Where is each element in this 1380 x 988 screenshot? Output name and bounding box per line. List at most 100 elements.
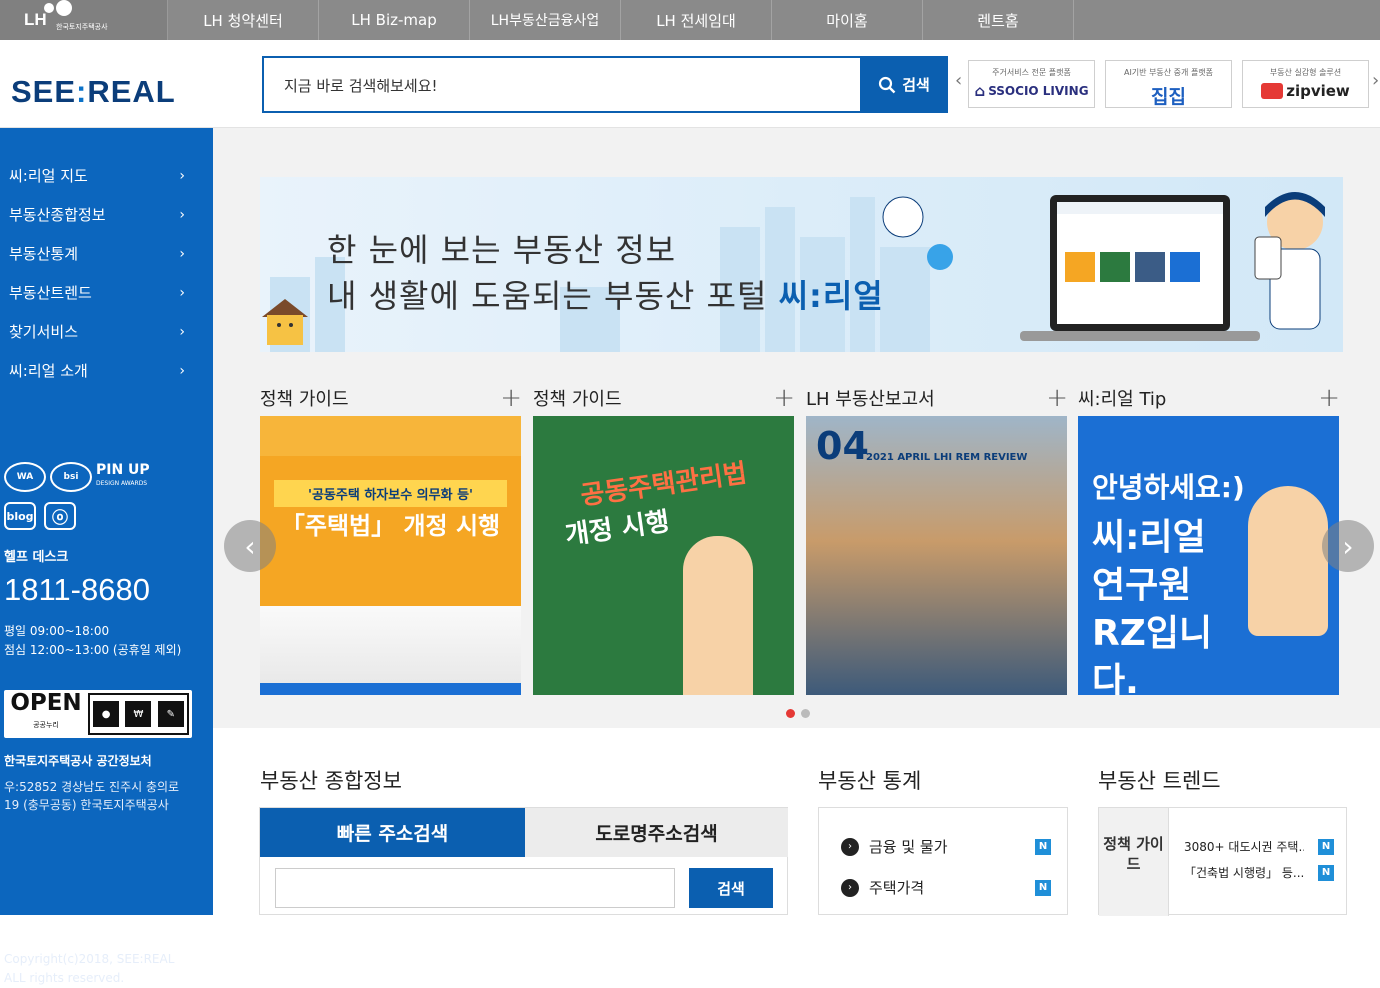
instagram-icon[interactable]: ⓞ (44, 502, 76, 530)
card-top-strip (260, 416, 521, 456)
license-icons: ● ₩ ✎ (88, 693, 189, 735)
topbar-filler (1074, 0, 1380, 40)
partner-zipzip[interactable]: AI기반 부동산 중개 플랫폼 집집 (1105, 60, 1232, 108)
tab-road-address[interactable]: 도로명주소검색 (525, 808, 788, 857)
partner-ssocio[interactable]: 주거서비스 전문 플랫폼 ⌂ SSOCIO LIVING (968, 60, 1095, 108)
hours-lunch: 점심 12:00~13:00 (공휴일 제외) (4, 643, 182, 657)
address-search-input[interactable] (275, 868, 675, 908)
card-header: 정책 가이드 + (260, 383, 522, 413)
stats-label: 금융 및 물가 (869, 838, 948, 856)
trend-category-label[interactable]: 정책 가이드 (1099, 808, 1169, 916)
chevron-right-icon: › (1342, 529, 1354, 563)
chevron-circle-icon: › (841, 837, 859, 856)
copyright: Copyright(c)2018, SEE:REAL ALL rights re… (4, 950, 174, 988)
lh-logo-mark: LH (24, 10, 47, 29)
new-badge: N (1035, 838, 1051, 855)
help-desk-title: 헬프 데스크 (4, 550, 69, 565)
lh-logo-dot-large (56, 0, 72, 16)
sidebar-item-stats[interactable]: 부동산통계 › (0, 234, 213, 273)
sidebar-item-label: 부동산종합정보 (9, 206, 106, 224)
sidebar-item-map[interactable]: 씨:리얼 지도 › (0, 156, 213, 195)
partner-next-arrow[interactable]: › (1372, 70, 1379, 91)
partner-prev-arrow[interactable]: ‹ (955, 70, 962, 91)
partner-name: zipview (1286, 82, 1350, 100)
banner-brand-accent: 씨:리얼 (778, 277, 884, 315)
lh-logo[interactable]: LH 한국토지주택공사 (0, 0, 168, 40)
search-button[interactable]: 검색 (860, 56, 948, 113)
topbar-link-cheongyak[interactable]: LH 청약센터 (168, 0, 319, 40)
help-hours: 평일 09:00~18:00 점심 12:00~13:00 (공휴일 제외) (4, 622, 181, 660)
open-mark: OPEN 공공누리 (7, 692, 85, 735)
plus-icon[interactable]: + (1046, 383, 1068, 413)
brand-right: REAL (87, 74, 176, 109)
search-input[interactable]: 지금 바로 검색해보세요! (262, 56, 862, 113)
card-apartment-act[interactable]: 공동주택관리법 개정 시행 (533, 416, 794, 695)
sidebar-item-trend[interactable]: 부동산트렌드 › (0, 273, 213, 312)
report-issue-number: 04 (816, 424, 869, 468)
stats-link-housing-price[interactable]: › 주택가격 N (841, 877, 1051, 898)
trend-item-title: 「건축법 시행령」 등... (1184, 866, 1304, 880)
card-header: 씨:리얼 Tip + (1078, 383, 1340, 413)
card-header: LH 부동산보고서 + (806, 383, 1068, 413)
partner-zipview[interactable]: 부동산 실감형 솔루션 zipview (1242, 60, 1369, 108)
topbar-link-myhome[interactable]: 마이홈 (772, 0, 923, 40)
chevron-right-icon: › (179, 206, 185, 223)
sidebar-menu: 씨:리얼 지도 › 부동산종합정보 › 부동산통계 › 부동산트렌드 › 찾기서비스 › … (0, 156, 213, 390)
tab-quick-address[interactable]: 빠른 주소검색 (260, 808, 525, 857)
card-lh-report[interactable]: 04 2021 APRIL LHI REM REVIEW (806, 416, 1067, 695)
pinup-label: PIN UP (96, 462, 150, 478)
slider-next-button[interactable]: › (1322, 520, 1374, 572)
sidebar-item-find[interactable]: 찾기서비스 › (0, 312, 213, 351)
trend-item[interactable]: 3080+ 대도시권 주택... N (1184, 838, 1334, 855)
pagination-dot[interactable] (801, 709, 810, 718)
card-housing-act[interactable]: '공동주택 하자보수 의무화 등' 「주택법」 개정 시행 (260, 416, 521, 695)
plus-icon[interactable]: + (1318, 383, 1340, 413)
zipview-logo-icon (1261, 83, 1284, 99)
brand-left: SEE (11, 74, 77, 109)
chevron-right-icon: › (179, 284, 185, 301)
laptop-illustration (1020, 195, 1260, 341)
partner-name: 집집 (1151, 86, 1186, 108)
card-seereal-tip[interactable]: 안녕하세요:) 씨:리얼 연구원 RZ입니다. (1078, 416, 1339, 695)
sidebar-item-about[interactable]: 씨:리얼 소개 › (0, 351, 213, 390)
certifications: WA bsi PIN UP DESIGN AWARDS (4, 462, 150, 492)
wa-cert-icon: WA (4, 462, 46, 492)
hero-banner[interactable]: 한 눈에 보는 부동산 정보 내 생활에 도움되는 부동산 포털 씨:리얼 (260, 177, 1343, 352)
topbar-link-finance[interactable]: LH부동산금융사업 (470, 0, 621, 40)
mascot-character (1254, 192, 1325, 330)
partner-name-wrap: zipview (1243, 82, 1368, 100)
slider-pagination (786, 709, 810, 718)
lh-logo-dot-small (44, 3, 54, 13)
card-label: 씨:리얼 Tip (1078, 389, 1167, 410)
hours-weekday: 평일 09:00~18:00 (4, 624, 110, 638)
sidebar-item-label: 부동산통계 (9, 245, 79, 263)
chevron-right-icon: › (179, 362, 185, 379)
sidebar-item-label: 씨:리얼 지도 (9, 167, 88, 185)
topbar-link-jeonse[interactable]: LH 전세임대 (621, 0, 772, 40)
trend-item[interactable]: 「건축법 시행령」 등... N (1184, 864, 1334, 881)
kogl-badge[interactable]: OPEN 공공누리 ● ₩ ✎ (4, 690, 192, 738)
topbar-link-bizmap[interactable]: LH Biz-map (319, 0, 470, 40)
address-search-button[interactable]: 검색 (689, 868, 773, 908)
sidebar-item-info[interactable]: 부동산종합정보 › (0, 195, 213, 234)
card-title-main: 씨:리얼 연구원 RZ입니다. (1092, 517, 1213, 695)
banner-subline-text: 내 생활에 도움되는 부동산 포털 (327, 277, 779, 315)
sidebar-item-label: 찾기서비스 (9, 323, 79, 341)
partner-name: SSOCIO LIVING (988, 84, 1089, 98)
search-button-label: 검색 (902, 76, 930, 94)
noncommercial-icon: ₩ (125, 701, 152, 727)
blog-icon[interactable]: blog (4, 502, 36, 530)
stats-link-finance[interactable]: › 금융 및 물가 N (841, 836, 1051, 857)
pinup-award: PIN UP DESIGN AWARDS (96, 462, 150, 490)
plus-icon[interactable]: + (500, 383, 522, 413)
search-icon (879, 76, 896, 93)
plus-icon[interactable]: + (773, 383, 795, 413)
slider-prev-button[interactable]: ‹ (224, 520, 276, 572)
card-title-line: '공동주택 하자보수 의무화 등' (274, 480, 507, 507)
section-title-stats: 부동산 통계 (818, 769, 922, 793)
pagination-dot-active[interactable] (786, 709, 795, 718)
house-icon: ⌂ (974, 82, 986, 100)
topbar-link-renthome[interactable]: 렌트홈 (923, 0, 1074, 40)
seereal-logo[interactable]: SEE:REAL (11, 74, 176, 110)
trend-panel: 정책 가이드 3080+ 대도시권 주택... N 「건축법 시행령」 등... N (1098, 807, 1347, 916)
